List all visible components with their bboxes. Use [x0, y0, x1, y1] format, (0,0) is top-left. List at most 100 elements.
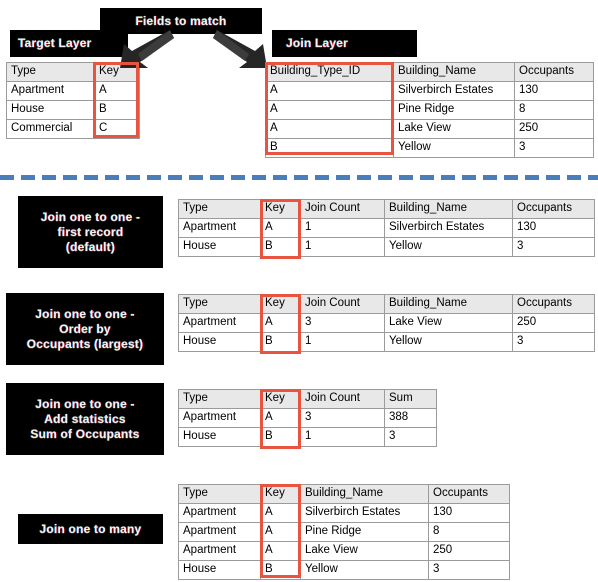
table-row: House B 1 3 [178, 427, 437, 447]
cell: House [178, 237, 261, 257]
cell: House [178, 560, 261, 580]
cell: 3 [300, 408, 385, 428]
cell: 1 [300, 332, 385, 352]
cell: Apartment [178, 313, 261, 333]
cell: House [6, 100, 95, 120]
column-header: Sum [384, 389, 437, 409]
column-header: Key [260, 484, 301, 504]
cell: 250 [428, 541, 510, 561]
caption-line: Join one to one - [40, 209, 141, 224]
table-row: A Silverbirch Estates 130 [265, 81, 594, 101]
fields-to-match-label: Fields to match [135, 13, 227, 28]
cell: Lake View [393, 119, 515, 139]
arrow-to-join-key [213, 30, 267, 68]
cell: Pine Ridge [393, 100, 515, 120]
cell: A [265, 100, 394, 120]
caption-line: Sum of Occupants [30, 426, 140, 441]
cell: 3 [514, 138, 594, 158]
column-header: Type [6, 62, 95, 82]
table-row: Apartment A Lake View 250 [178, 541, 510, 561]
caption-line: first record [57, 224, 124, 239]
column-header: Occupants [512, 199, 595, 219]
cell: A [260, 313, 301, 333]
table-header-row: Type Key Join Count Sum [178, 389, 437, 409]
table-row: A Lake View 250 [265, 119, 594, 139]
table-row: Apartment A 3 388 [178, 408, 437, 428]
cell: B [260, 560, 301, 580]
table-row: B Yellow 3 [265, 138, 594, 158]
column-header: Key [260, 199, 301, 219]
cell: Silverbirch Estates [384, 218, 513, 238]
column-header: Occupants [514, 62, 594, 82]
caption-line: Occupants (largest) [26, 336, 144, 351]
cell: House [178, 332, 261, 352]
cell: Lake View [384, 313, 513, 333]
result-table-one-to-many: Type Key Building_Name Occupants Apartme… [178, 484, 510, 580]
column-header: Type [178, 484, 261, 504]
result-caption-join-one-to-one-order-by: Join one to one - Order by Occupants (la… [6, 293, 164, 365]
cell: 388 [384, 408, 437, 428]
cell: Pine Ridge [300, 522, 429, 542]
caption-line: Join one to one - [35, 396, 135, 411]
cell: 8 [428, 522, 510, 542]
cell: Apartment [178, 408, 261, 428]
result-caption-join-one-to-one-first-record: Join one to one - first record (default) [18, 196, 163, 268]
cell: 3 [428, 560, 510, 580]
result-caption-join-one-to-many: Join one to many [18, 514, 163, 544]
table-row: A Pine Ridge 8 [265, 100, 594, 120]
cell: Yellow [300, 560, 429, 580]
cell: A [265, 81, 394, 101]
table-row: Apartment A [6, 81, 140, 101]
column-header: Join Count [300, 199, 385, 219]
result-caption-join-one-to-one-add-statistics: Join one to one - Add statistics Sum of … [6, 383, 164, 455]
table-row: Apartment A 3 Lake View 250 [178, 313, 595, 333]
column-header: Building_Name [384, 294, 513, 314]
caption-line: Add statistics [44, 411, 126, 426]
table-row: House B 1 Yellow 3 [178, 237, 595, 257]
table-row: House B 1 Yellow 3 [178, 332, 595, 352]
column-header: Building_Name [384, 199, 513, 219]
join-layer-label-box: Join Layer [272, 30, 417, 57]
cell: 1 [300, 237, 385, 257]
cell: B [260, 427, 301, 447]
column-header: Building_Name [393, 62, 515, 82]
cell: 130 [428, 503, 510, 523]
cell: A [260, 408, 301, 428]
cell: B [94, 100, 140, 120]
cell: 3 [300, 313, 385, 333]
column-header: Key [260, 389, 301, 409]
caption-line: Join one to one - [35, 306, 135, 321]
table-row: Commercial C [6, 119, 140, 139]
cell: Apartment [6, 81, 95, 101]
table-row: Apartment A Pine Ridge 8 [178, 522, 510, 542]
cell: Silverbirch Estates [300, 503, 429, 523]
column-header: Key [260, 294, 301, 314]
table-row: Apartment A Silverbirch Estates 130 [178, 503, 510, 523]
cell: 1 [300, 427, 385, 447]
cell: Yellow [384, 332, 513, 352]
result-table-add-statistics: Type Key Join Count Sum Apartment A 3 38… [178, 389, 437, 447]
cell: A [260, 522, 301, 542]
caption-line: Join one to many [39, 521, 142, 536]
table-header-row: Type Key Join Count Building_Name Occupa… [178, 199, 595, 219]
result-table-order-by: Type Key Join Count Building_Name Occupa… [178, 294, 595, 352]
cell: Apartment [178, 541, 261, 561]
column-header: Occupants [512, 294, 595, 314]
cell: B [260, 237, 301, 257]
caption-line: Order by [59, 321, 111, 336]
cell: Apartment [178, 522, 261, 542]
cell: A [260, 503, 301, 523]
cell: Silverbirch Estates [393, 81, 515, 101]
cell: 250 [512, 313, 595, 333]
join-layer-table: Building_Type_ID Building_Name Occupants… [265, 62, 594, 158]
target-layer-table: Type Key Apartment A House B Commercial … [6, 62, 140, 139]
column-header: Type [178, 389, 261, 409]
cell: B [260, 332, 301, 352]
arrow-to-target-key [120, 30, 174, 68]
column-header: Building_Type_ID [265, 62, 394, 82]
cell: Lake View [300, 541, 429, 561]
column-header: Type [178, 294, 261, 314]
cell: Commercial [6, 119, 95, 139]
join-layer-label: Join Layer [286, 36, 349, 50]
cell: C [94, 119, 140, 139]
